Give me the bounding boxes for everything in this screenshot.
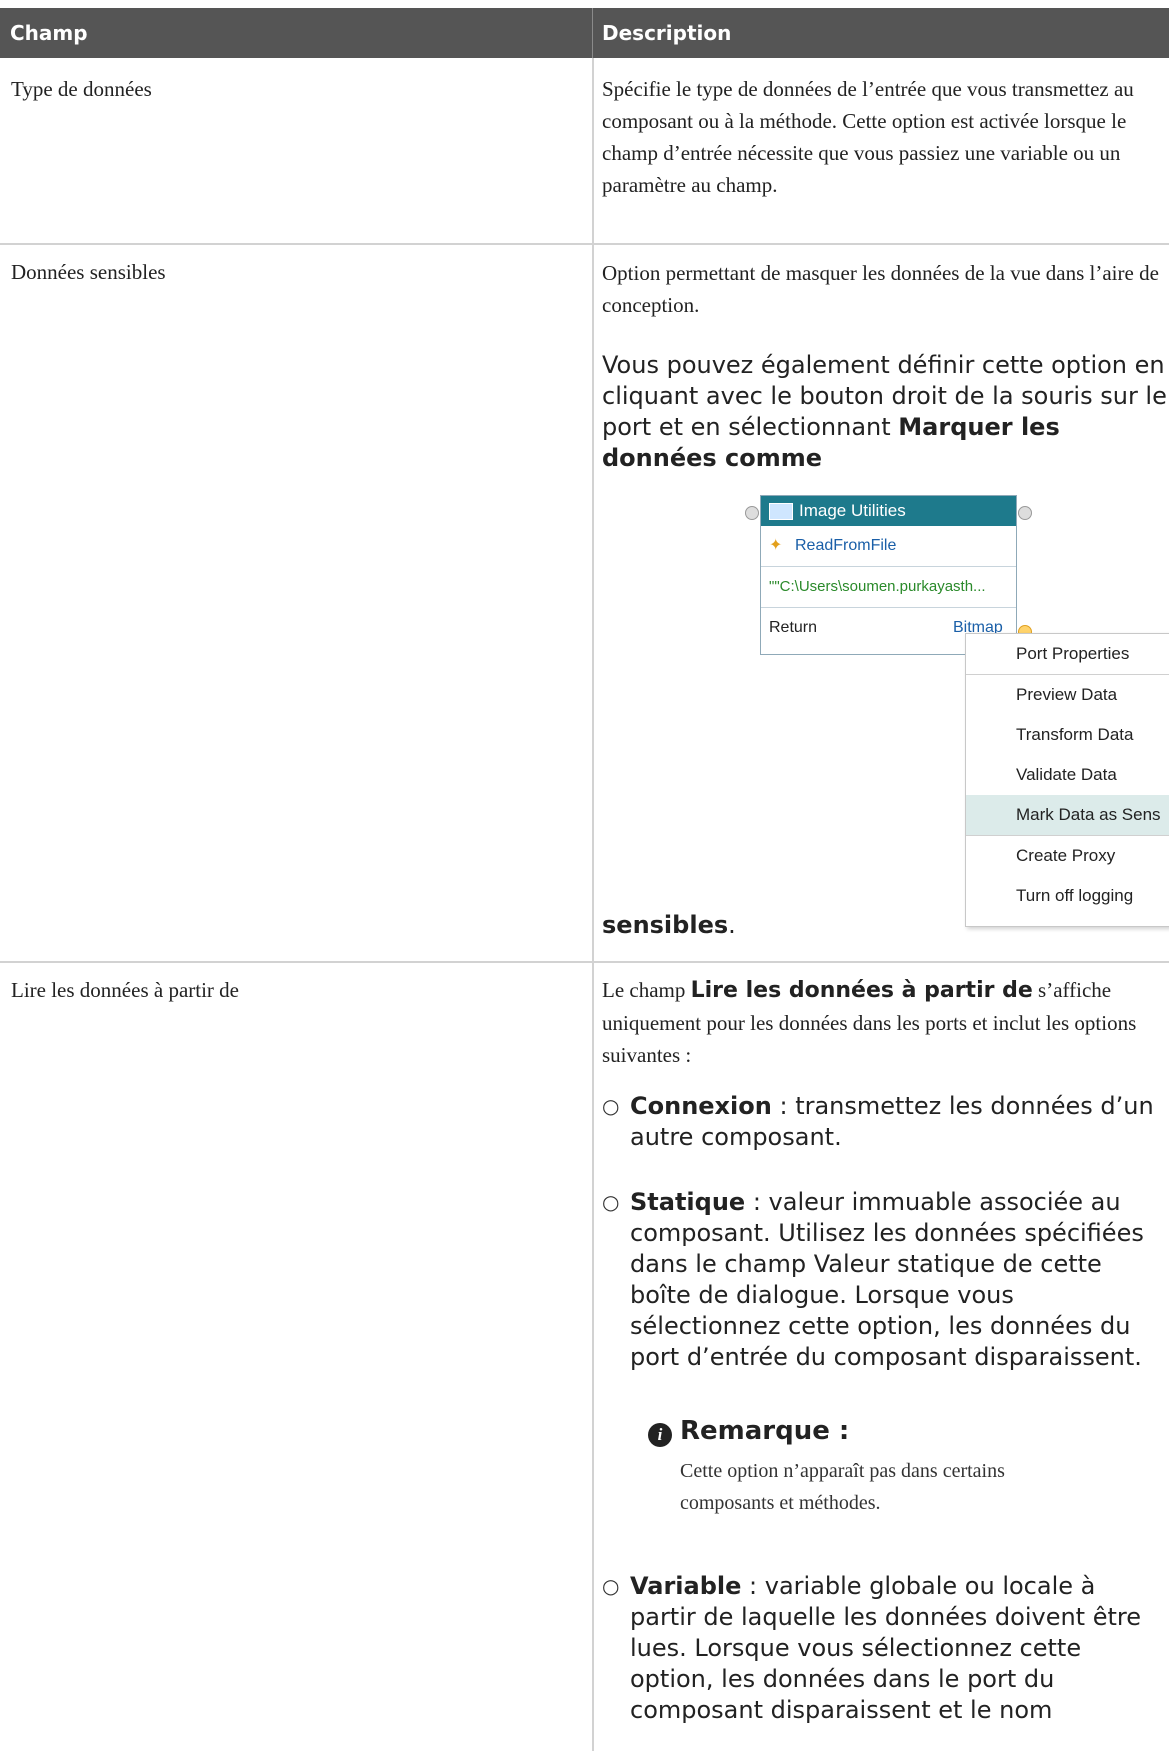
field-type-donnees: Type de données: [11, 77, 152, 101]
fields-table: Champ Description Type de données Spécif…: [0, 0, 1169, 1751]
row-divider: [0, 961, 1169, 963]
header-description: Description: [602, 21, 732, 45]
image-icon: [769, 503, 793, 520]
method-name: ReadFromFile: [795, 537, 897, 554]
option-label: Variable: [630, 1572, 742, 1600]
header-champ: Champ: [10, 21, 88, 45]
bullet-icon: ○: [602, 1094, 620, 1118]
method-row[interactable]: ✦ ReadFromFile: [761, 526, 1016, 567]
menu-item-validate-data[interactable]: Validate Data: [966, 755, 1169, 795]
description-donnees-sensibles: Option permettant de masquer les données…: [602, 261, 1159, 317]
param-row[interactable]: ""C:\Users\soumen.purkayasth...: [761, 567, 1016, 608]
note-text: Cette option n’apparaît pas dans certain…: [680, 1460, 1005, 1514]
description-type-donnees: Spécifie le type de données de l’entrée …: [602, 77, 1134, 197]
column-divider: [592, 58, 594, 1751]
info-icon: i: [648, 1423, 672, 1447]
output-port[interactable]: [1018, 506, 1032, 520]
sensitive-hint-bold-end: sensibles: [602, 911, 729, 939]
return-label: Return: [769, 619, 818, 636]
node-header: Image Utilities: [761, 496, 1016, 526]
row-divider: [0, 243, 1169, 245]
option-label: Statique: [630, 1188, 746, 1216]
image-utilities-node[interactable]: Image Utilities ✦ ReadFromFile ""C:\User…: [760, 495, 1017, 655]
intro-pre: Le champ: [602, 978, 686, 1002]
sensitive-hint: Vous pouvez également définir cette opti…: [602, 350, 1167, 474]
menu-item-transform-data[interactable]: Transform Data: [966, 715, 1169, 755]
param-value: ""C:\Users\soumen.purkayasth...: [769, 578, 986, 595]
description-lire-donnees: Le champ Lire les données à partir de s’…: [602, 974, 1167, 1071]
method-icon: ✦: [769, 537, 783, 554]
sensitive-hint-text: Vous pouvez également définir cette opti…: [602, 351, 1167, 441]
option-label: Connexion: [630, 1092, 772, 1120]
bullet-icon: ○: [602, 1574, 620, 1598]
intro-bold: Lire les données à partir de: [690, 978, 1033, 1003]
input-port[interactable]: [745, 506, 759, 520]
menu-item-create-proxy[interactable]: Create Proxy: [966, 836, 1169, 876]
header-divider: [592, 8, 593, 58]
field-donnees-sensibles: Données sensibles: [11, 260, 166, 284]
menu-item-mark-sensitive[interactable]: Mark Data as Sens: [966, 795, 1169, 835]
sensitive-hint-period: .: [728, 911, 736, 939]
field-lire-donnees: Lire les données à partir de: [11, 978, 239, 1002]
node-title: Image Utilities: [799, 501, 906, 520]
menu-item-preview-data[interactable]: Preview Data: [966, 675, 1169, 715]
port-context-menu: Port Properties Preview Data Transform D…: [965, 633, 1169, 927]
menu-item-turn-off-logging[interactable]: Turn off logging: [966, 876, 1169, 916]
bullet-icon: ○: [602, 1190, 620, 1214]
table-header: Champ Description: [0, 8, 1169, 58]
menu-item-port-properties[interactable]: Port Properties: [966, 634, 1169, 674]
note-title: Remarque :: [680, 1416, 850, 1446]
